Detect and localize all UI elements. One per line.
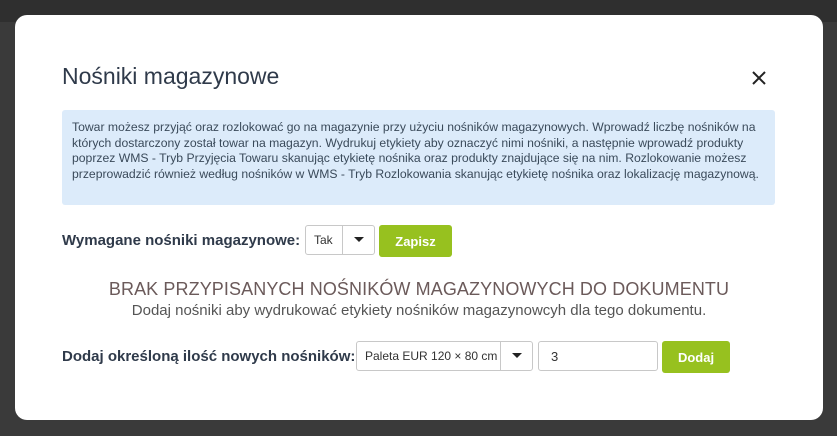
carrier-type-select[interactable]: Paleta EUR 120 × 80 cm: [356, 341, 533, 371]
info-text: Towar możesz przyjąć oraz rozlokować go …: [72, 120, 759, 181]
required-carriers-select[interactable]: Tak: [305, 225, 375, 255]
add-carriers-label: Dodaj określoną ilość nowych nośników:: [62, 348, 356, 365]
quantity-input[interactable]: [538, 341, 658, 371]
empty-state-title: BRAK PRZYPISANYCH NOŚNIKÓW MAGAZYNOWYCH …: [108, 279, 730, 299]
chevron-down-icon[interactable]: [342, 226, 374, 254]
carriers-modal: Nośniki magazynowe Towar możesz przyjąć …: [15, 15, 823, 420]
required-carriers-value: Tak: [314, 233, 333, 247]
carrier-type-value: Paleta EUR 120 × 80 cm: [365, 349, 498, 363]
required-carriers-label: Wymagane nośniki magazynowe:: [62, 232, 301, 249]
modal-title: Nośniki magazynowe: [62, 63, 280, 89]
close-button[interactable]: [748, 67, 770, 89]
save-button[interactable]: Zapisz: [379, 225, 452, 257]
info-box: Towar możesz przyjąć oraz rozlokować go …: [62, 110, 775, 205]
close-icon: [752, 71, 766, 85]
add-button[interactable]: Dodaj: [662, 341, 730, 373]
empty-state-subtitle: Dodaj nośniki aby wydrukować etykiety no…: [131, 302, 707, 319]
chevron-down-icon[interactable]: [500, 342, 532, 370]
